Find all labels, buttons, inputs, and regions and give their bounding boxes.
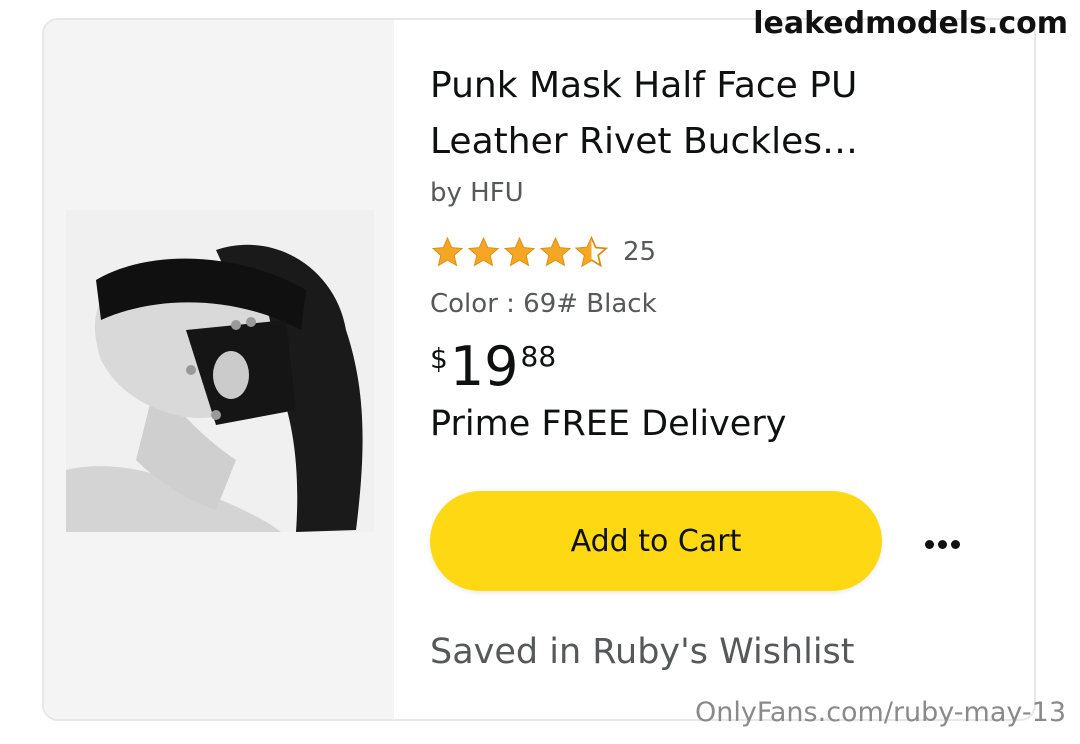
- product-price: $ 19 88: [430, 336, 556, 398]
- more-options-button[interactable]: [914, 526, 970, 562]
- saved-status: Saved in Ruby's Wishlist: [430, 632, 855, 672]
- product-brand[interactable]: by HFU: [430, 178, 524, 208]
- star-full-icon: [431, 236, 464, 266]
- more-horizontal-icon: [950, 539, 960, 549]
- star-full-icon: [539, 236, 572, 266]
- product-image[interactable]: [66, 210, 374, 532]
- price-whole: 19: [449, 335, 519, 398]
- product-photo-icon: [66, 210, 374, 532]
- delivery-info: Prime FREE Delivery: [430, 404, 787, 444]
- watermark-bottom: OnlyFans.com/ruby-may-13: [694, 697, 1066, 728]
- star-full-icon: [503, 236, 536, 266]
- add-to-cart-button[interactable]: Add to Cart: [430, 491, 882, 591]
- more-horizontal-icon: [924, 539, 934, 549]
- product-image-panel: [44, 20, 394, 719]
- product-rating[interactable]: 25: [430, 232, 656, 272]
- product-title[interactable]: Punk Mask Half Face PU Leather Rivet Buc…: [430, 58, 900, 170]
- price-currency: $: [430, 342, 448, 375]
- watermark-top: leakedmodels.com: [753, 6, 1068, 41]
- star-half-icon: [574, 235, 609, 267]
- rating-count[interactable]: 25: [623, 237, 656, 267]
- price-fraction: 88: [520, 340, 557, 373]
- more-horizontal-icon: [937, 539, 947, 549]
- product-color: Color : 69# Black: [430, 289, 657, 319]
- rating-stars: [430, 235, 609, 270]
- star-full-icon: [467, 236, 500, 266]
